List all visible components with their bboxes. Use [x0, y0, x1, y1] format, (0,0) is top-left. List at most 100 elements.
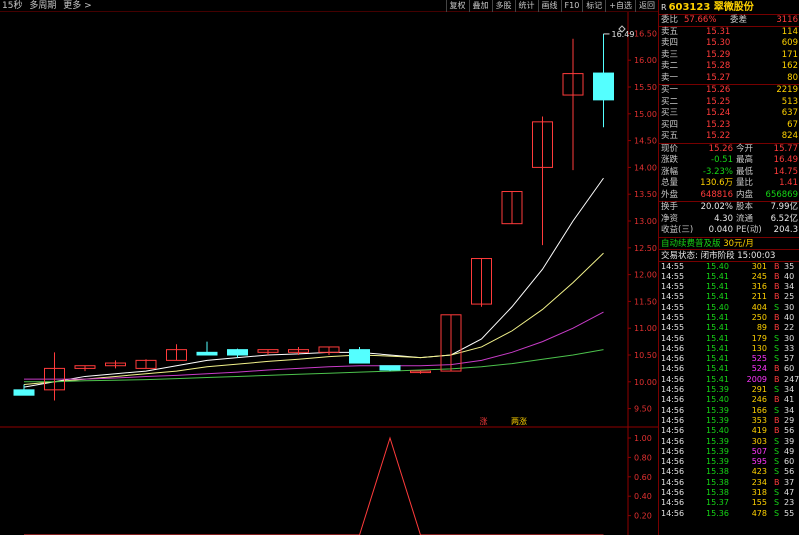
- tick-row: 14:55 15.41 89 B 22: [659, 323, 799, 333]
- candle-body: [349, 349, 370, 364]
- tick-price: 15.41: [706, 364, 729, 374]
- ask-row[interactable]: 卖二 15.28 162: [659, 61, 799, 73]
- tick-volume: 303: [751, 436, 767, 446]
- adjust-button[interactable]: 复权: [445, 0, 469, 12]
- tick-price: 15.40: [706, 426, 729, 436]
- bid-price: 15.24: [706, 108, 731, 118]
- tick-row: 14:56 15.39 303 S 39: [659, 437, 799, 447]
- tick-time: 14:56: [661, 508, 685, 518]
- stat-label: 现价: [661, 143, 679, 154]
- more-menu[interactable]: 更多 >: [63, 1, 91, 11]
- bid-row[interactable]: 买四 15.23 67: [659, 120, 799, 132]
- tick-count: 47: [784, 488, 795, 498]
- ma-line-1: [23, 177, 604, 388]
- tick-row: 14:56 15.41 524 B 60: [659, 364, 799, 374]
- bid-row[interactable]: 买五 15.22 824: [659, 131, 799, 143]
- tick-time: 14:56: [661, 405, 685, 415]
- period-15s[interactable]: 15秒: [2, 1, 22, 11]
- back-button[interactable]: 返回: [635, 0, 658, 12]
- tick-row: 14:56 15.38 234 B 37: [659, 478, 799, 488]
- multi-period[interactable]: 多周期: [29, 1, 56, 11]
- tick-direction: B: [774, 395, 780, 405]
- tick-count: 57: [784, 354, 795, 364]
- f10-button[interactable]: F10: [560, 0, 583, 12]
- stat-label: 最高: [736, 155, 754, 165]
- tick-price: 15.39: [706, 405, 729, 415]
- stat-row: 总量 130.6万 量比 1.41: [659, 178, 799, 190]
- tick-volume: 2009: [746, 374, 767, 384]
- add-watchlist-button[interactable]: +自选: [605, 0, 635, 12]
- stats-button[interactable]: 统计: [514, 0, 538, 12]
- bid-label: 买五: [661, 131, 679, 141]
- tick-price: 15.41: [706, 282, 729, 292]
- tick-row: 14:56 15.41 179 S 30: [659, 334, 799, 344]
- tick-count: 40: [784, 312, 795, 322]
- tick-direction: S: [774, 343, 780, 353]
- tick-direction: S: [774, 302, 780, 312]
- tick-time: 14:55: [661, 271, 685, 281]
- ma-line-2: [23, 252, 604, 385]
- tick-count: 37: [784, 477, 795, 487]
- stat-value: 15.26: [708, 143, 733, 154]
- stat-value: 656869: [765, 189, 798, 200]
- ask-row[interactable]: 卖三 15.29 171: [659, 50, 799, 62]
- tick-direction: S: [774, 354, 780, 364]
- bid-volume: 513: [781, 96, 798, 107]
- stat-value: -0.51: [711, 155, 733, 165]
- ask-volume: 171: [781, 49, 798, 60]
- tick-direction: S: [774, 467, 780, 477]
- stock-header: R 603123 翠微股份: [659, 0, 799, 15]
- promo-row[interactable]: 自动续费普及版 30元/月: [659, 238, 799, 250]
- tick-direction: S: [774, 498, 780, 508]
- ask-row[interactable]: 卖一 15.27 80: [659, 73, 799, 85]
- bid-row[interactable]: 买一 15.26 2219: [659, 85, 799, 97]
- tick-row: 14:56 15.40 419 B 56: [659, 426, 799, 436]
- tick-price: 15.40: [706, 395, 729, 405]
- price-chart[interactable]: 16.50 16.00 15.50 15.00 14.50 14.00 13.50 13.00…: [0, 12, 658, 535]
- mark-button[interactable]: 标记: [582, 0, 605, 12]
- price-tick-label: 12.50: [634, 244, 657, 253]
- trade-status-text: 交易状态: 闭市阶段 15:00:03: [661, 250, 776, 261]
- tick-price: 15.39: [706, 415, 729, 425]
- tick-volume: 353: [751, 415, 767, 425]
- sub-tick-label: 1.00: [634, 434, 652, 443]
- stock-name: 翠微股份: [713, 2, 754, 13]
- overlay-button[interactable]: 叠加: [468, 0, 492, 12]
- tick-direction: S: [774, 333, 780, 343]
- tick-volume: 291: [751, 385, 767, 395]
- stat-row: 换手 20.02% 股本 7.99亿: [659, 202, 799, 214]
- multi-stock-button[interactable]: 多股: [491, 0, 515, 12]
- ask-row[interactable]: 卖五 15.31 114: [659, 27, 799, 39]
- ask-row[interactable]: 卖四 15.30 609: [659, 38, 799, 50]
- bid-row[interactable]: 买二 15.25 513: [659, 97, 799, 109]
- stat-value: 20.02%: [700, 202, 733, 212]
- stat-label: 今开: [736, 143, 754, 154]
- ask-book: 卖五 15.31 114 卖四 15.30 609 卖三 15.29 171 卖二 15.28 162…: [659, 27, 799, 85]
- ask-volume: 114: [781, 26, 798, 37]
- tick-volume: 155: [751, 498, 767, 508]
- tick-price: 15.40: [706, 261, 729, 271]
- ask-price: 15.29: [706, 49, 731, 60]
- tick-count: 56: [784, 426, 795, 436]
- tick-time: 14:56: [661, 354, 685, 364]
- bid-row[interactable]: 买三 15.24 637: [659, 108, 799, 120]
- draw-button[interactable]: 画线: [537, 0, 561, 12]
- tick-direction: S: [774, 405, 780, 415]
- tick-list[interactable]: 14:55 15.40 301 B 35 14:55 15.41 245 B 40 14:55 15.…: [659, 262, 799, 519]
- price-tick-label: 14.00: [634, 163, 657, 172]
- sub-tick-label: 0.20: [634, 512, 652, 521]
- weibi-row: 委比 57.66% 委差 3116: [659, 15, 799, 27]
- stat-value: 1.41: [779, 178, 798, 188]
- ask-volume: 80: [787, 72, 798, 83]
- tick-time: 14:55: [661, 323, 685, 333]
- tick-direction: B: [774, 415, 780, 425]
- ask-label: 卖一: [661, 72, 679, 83]
- weibi-value: 57.66%: [684, 15, 717, 25]
- tick-count: 34: [784, 385, 795, 395]
- tick-count: 35: [784, 261, 795, 271]
- price-tick-label: 13.50: [634, 190, 657, 199]
- tick-volume: 89: [756, 323, 767, 333]
- tick-direction: S: [774, 446, 780, 456]
- candle-body: [379, 365, 401, 371]
- event-marker: 涨: [480, 416, 488, 426]
